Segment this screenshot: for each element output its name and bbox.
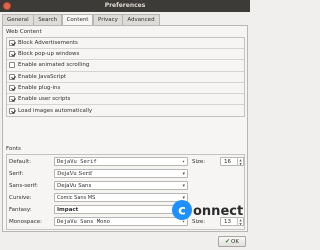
option-load-images[interactable]: Load images automatically bbox=[7, 105, 244, 116]
font-label: Serif: bbox=[9, 171, 24, 177]
font-label: Default: bbox=[9, 159, 31, 165]
option-label: Block pop-up windows bbox=[18, 51, 80, 58]
option-label: Enable user scripts bbox=[18, 96, 71, 103]
font-label: Cursive: bbox=[9, 195, 32, 201]
checkmark-icon: ✔ bbox=[225, 238, 231, 245]
block-popups-checkbox[interactable] bbox=[9, 51, 15, 58]
watermark-text: onnect bbox=[193, 204, 243, 219]
option-block-advertisements[interactable]: Block Advertisements bbox=[7, 38, 244, 50]
enable-plugins-checkbox[interactable] bbox=[9, 84, 15, 91]
option-block-popups[interactable]: Block pop-up windows bbox=[7, 49, 244, 61]
enable-user-scripts-checkbox[interactable] bbox=[9, 96, 15, 103]
window-title: Preferences bbox=[104, 2, 146, 9]
font-row-default: Default: DejaVu Serif ▾ Size: 16 ▲ ▼ bbox=[6, 157, 245, 167]
font-row-sans-serif: Sans-serif: DejaVu Sans ▾ bbox=[6, 181, 245, 191]
option-label: Enable JavaScript bbox=[18, 73, 67, 80]
option-label: Block Advertisements bbox=[18, 40, 78, 47]
cursive-font-select[interactable]: Comic Sans MS ▾ bbox=[54, 193, 188, 202]
animated-scrolling-checkbox[interactable] bbox=[9, 62, 15, 69]
font-label: Monospace: bbox=[9, 219, 42, 225]
window-titlebar: Preferences bbox=[0, 0, 250, 12]
monospace-font-value: DejaVu Sans Mono bbox=[57, 219, 110, 225]
size-label: Size: bbox=[192, 159, 206, 165]
fonts-heading: Fonts bbox=[6, 146, 21, 152]
fantasy-font-value: Impact bbox=[57, 207, 79, 213]
option-label: Enable animated scrolling bbox=[18, 62, 90, 69]
serif-font-value: DejaVu Serif bbox=[57, 171, 93, 177]
ok-button[interactable]: ✔OK bbox=[218, 236, 246, 247]
spinner-arrows-icon[interactable]: ▲ ▼ bbox=[237, 158, 243, 166]
tab-privacy[interactable]: Privacy bbox=[92, 14, 123, 25]
fantasy-font-select[interactable]: Impact ▾ bbox=[54, 205, 188, 214]
default-font-size-value: 16 bbox=[224, 159, 231, 165]
connect-watermark-logo: c onnect bbox=[172, 200, 243, 220]
watermark-letter: c bbox=[178, 204, 186, 219]
default-font-select[interactable]: DejaVu Serif ▾ bbox=[54, 157, 188, 166]
cursive-font-value: Comic Sans MS bbox=[57, 195, 96, 201]
sans-serif-font-value: DejaVu Sans bbox=[57, 183, 92, 189]
tab-advanced[interactable]: Advanced bbox=[122, 14, 160, 25]
option-enable-javascript[interactable]: Enable JavaScript bbox=[7, 72, 244, 83]
chevron-down-icon: ▾ bbox=[182, 171, 185, 177]
preferences-tabs: General Search Content Privacy Advanced bbox=[2, 14, 160, 26]
default-font-value: DejaVu Serif bbox=[57, 159, 97, 165]
option-label: Enable plug-ins bbox=[18, 84, 61, 91]
option-enable-plugins[interactable]: Enable plug-ins bbox=[7, 83, 244, 94]
load-images-checkbox[interactable] bbox=[9, 107, 15, 114]
default-font-size-spinner[interactable]: 16 ▲ ▼ bbox=[220, 157, 244, 166]
option-animated-scrolling[interactable]: Enable animated scrolling bbox=[7, 60, 244, 72]
web-content-heading: Web Content bbox=[6, 29, 42, 35]
enable-javascript-checkbox[interactable] bbox=[9, 73, 15, 80]
web-content-options: Block Advertisements Block pop-up window… bbox=[6, 37, 245, 118]
ok-button-label: OK bbox=[231, 239, 239, 245]
serif-font-select[interactable]: DejaVu Serif ▾ bbox=[54, 169, 188, 178]
block-advertisements-checkbox[interactable] bbox=[9, 40, 15, 47]
monospace-font-select[interactable]: DejaVu Sans Mono ▾ bbox=[54, 217, 188, 226]
option-enable-user-scripts[interactable]: Enable user scripts bbox=[7, 94, 244, 106]
chevron-down-icon: ▾ bbox=[181, 159, 185, 165]
font-label: Sans-serif: bbox=[9, 183, 38, 189]
chevron-down-icon: ▾ bbox=[182, 183, 185, 189]
option-label: Load images automatically bbox=[18, 107, 93, 114]
font-label: Fantasy: bbox=[9, 207, 32, 213]
tab-search[interactable]: Search bbox=[33, 14, 63, 25]
sans-serif-font-select[interactable]: DejaVu Sans ▾ bbox=[54, 181, 188, 190]
tab-general[interactable]: General bbox=[2, 14, 34, 25]
font-row-serif: Serif: DejaVu Serif ▾ bbox=[6, 169, 245, 179]
